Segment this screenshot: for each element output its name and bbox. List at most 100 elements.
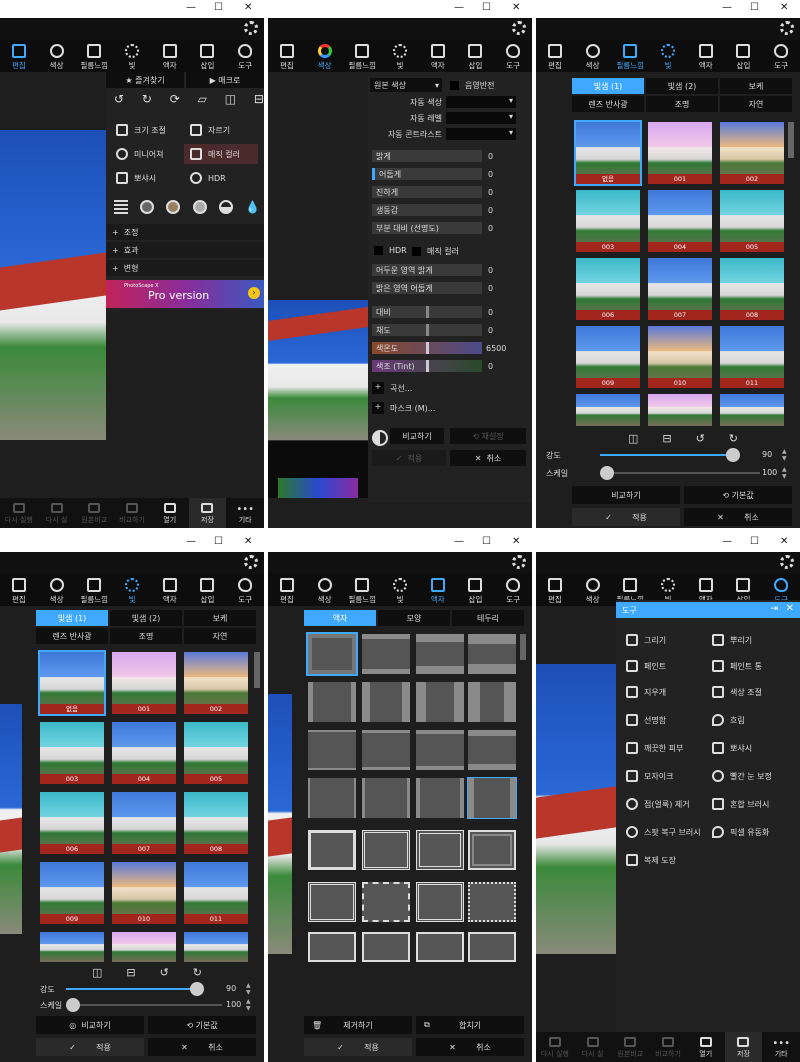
auto-level-select[interactable]: ▾: [446, 112, 516, 124]
tool-paint[interactable]: 페인트: [626, 660, 666, 672]
tool-draw[interactable]: 그리기: [626, 634, 666, 646]
filter-thumb[interactable]: 005: [184, 722, 248, 784]
gear-icon[interactable]: [780, 21, 794, 35]
frame-option[interactable]: [416, 778, 464, 818]
tool-liquify[interactable]: 픽셀 유동화: [712, 826, 769, 838]
tab-film[interactable]: 필름느낌: [75, 40, 113, 72]
merge-button[interactable]: ⧉ 합치기: [416, 1016, 524, 1034]
frame-option[interactable]: [308, 730, 356, 770]
scale-slider[interactable]: [66, 1004, 222, 1006]
save-button[interactable]: 저장: [188, 498, 227, 528]
rotate-icon[interactable]: ⟳: [170, 92, 180, 106]
close-button[interactable]: ✕: [244, 2, 252, 13]
tab-lighting[interactable]: 조명: [646, 96, 718, 112]
tab-film[interactable]: 필름느낌: [75, 574, 113, 606]
tab-tools[interactable]: 도구: [226, 574, 264, 606]
tint-value[interactable]: 0: [488, 362, 493, 371]
tab-edit[interactable]: 편집: [536, 574, 574, 606]
filter-thumb[interactable]: 006: [40, 792, 104, 854]
frame-option[interactable]: [468, 682, 516, 722]
redo2-button[interactable]: 다시 실: [38, 498, 76, 528]
strength-slider-handle[interactable]: [190, 982, 204, 996]
tab-frame[interactable]: 액자: [687, 40, 725, 72]
default-button[interactable]: ⟲ 기본값: [148, 1016, 256, 1034]
filter-thumb[interactable]: [184, 932, 248, 962]
compare-toggle-icon[interactable]: [372, 430, 388, 446]
tool-mix-brush[interactable]: 혼합 브러시: [712, 798, 769, 810]
filter-thumb[interactable]: 008: [184, 792, 248, 854]
tool-spot-heal[interactable]: 스팟 복구 브러시: [626, 826, 701, 838]
tab-light[interactable]: 빛: [381, 40, 419, 72]
filter-thumb[interactable]: 011: [720, 326, 784, 388]
filter-thumb[interactable]: 009: [576, 326, 640, 388]
filter-thumb[interactable]: 없음: [38, 650, 106, 716]
pro-banner[interactable]: PhotoScape X Pro version ›: [106, 280, 264, 308]
frame-option[interactable]: [308, 882, 356, 922]
scrollbar[interactable]: [254, 652, 260, 688]
frame-option[interactable]: [416, 932, 464, 962]
tab-tools[interactable]: 도구: [494, 40, 532, 72]
close-icon[interactable]: ✕: [786, 603, 794, 614]
photo-canvas[interactable]: [268, 694, 292, 954]
slider-darken[interactable]: 어둡게: [372, 168, 482, 180]
frame-option[interactable]: [468, 830, 516, 870]
tab-bokeh[interactable]: 보케: [184, 610, 256, 626]
section-transform[interactable]: + 변형: [106, 260, 264, 276]
frame-option[interactable]: [308, 778, 356, 818]
strength-value[interactable]: 90: [762, 450, 772, 459]
tab-insert[interactable]: 삽입: [457, 574, 495, 606]
gear-icon[interactable]: [512, 21, 526, 35]
section-adjust[interactable]: + 조정: [106, 224, 264, 240]
drop-icon[interactable]: 💧: [245, 200, 260, 214]
tab-color[interactable]: 색상: [306, 40, 344, 72]
tab-nature[interactable]: 자연: [184, 628, 256, 644]
deepen-value[interactable]: 0: [488, 188, 493, 197]
strength-slider[interactable]: [66, 988, 196, 990]
frame-option[interactable]: [306, 632, 358, 676]
compare-button[interactable]: 비교하기: [390, 428, 444, 444]
apply-button[interactable]: ✓ 적용: [36, 1038, 144, 1056]
filter-thumb[interactable]: [40, 932, 104, 962]
tab-film[interactable]: 필름느낌: [343, 574, 381, 606]
maximize-button[interactable]: ☐: [214, 2, 223, 13]
frame-option[interactable]: [362, 682, 410, 722]
filter-thumb[interactable]: 003: [576, 190, 640, 252]
cancel-button[interactable]: ✕ 취소: [684, 508, 792, 526]
favorites-button[interactable]: ★ 즐겨찾기: [106, 72, 184, 88]
lines-icon[interactable]: [114, 200, 128, 214]
filter-thumb[interactable]: 006: [576, 258, 640, 320]
reset-button[interactable]: ⟲ 재설정: [450, 428, 526, 444]
compare-button[interactable]: ◎ 비교하기: [36, 1016, 144, 1034]
strength-spin[interactable]: ▲ ▼: [782, 448, 787, 462]
tab-lightleak2[interactable]: 빛샘 (2): [110, 610, 182, 626]
strength-value[interactable]: 90: [226, 984, 236, 993]
compare-button[interactable]: 비교하기: [649, 1032, 687, 1062]
tool-red-eye[interactable]: 빨간 눈 보정: [712, 770, 772, 782]
frame-option[interactable]: [467, 777, 517, 819]
brighten-value[interactable]: 0: [488, 152, 493, 161]
slider-brighten[interactable]: 밝게: [372, 150, 482, 162]
tab-tools[interactable]: 도구: [494, 574, 532, 606]
frame-option[interactable]: [308, 932, 356, 962]
auto-contrast-select[interactable]: ▾: [446, 128, 516, 140]
compare-button[interactable]: 비교하기: [113, 498, 151, 528]
local-contrast-value[interactable]: 0: [488, 224, 493, 233]
filter-thumb[interactable]: [648, 394, 712, 426]
minimize-button[interactable]: —: [454, 2, 464, 13]
contrast-value[interactable]: 0: [488, 308, 493, 317]
tab-border[interactable]: 테두리: [452, 610, 524, 626]
flip-h-icon[interactable]: ◫: [92, 966, 102, 979]
tab-lens-flare[interactable]: 렌즈 반사광: [36, 628, 108, 644]
crop-button[interactable]: 자르기: [190, 124, 230, 136]
magic-color-button[interactable]: 매직 컬러: [184, 144, 258, 164]
pin-icon[interactable]: ⇥: [770, 604, 778, 614]
scrollbar[interactable]: [520, 634, 526, 660]
tab-nature[interactable]: 자연: [720, 96, 792, 112]
cancel-button[interactable]: ✕ 취소: [416, 1038, 524, 1056]
temperature-value[interactable]: 6500: [486, 344, 506, 353]
tab-frame-sub[interactable]: 액자: [304, 610, 376, 626]
frame-option[interactable]: [362, 932, 410, 962]
frame-option[interactable]: [362, 634, 410, 674]
frame-option[interactable]: [362, 778, 410, 818]
vibrance-value[interactable]: 0: [488, 206, 493, 215]
